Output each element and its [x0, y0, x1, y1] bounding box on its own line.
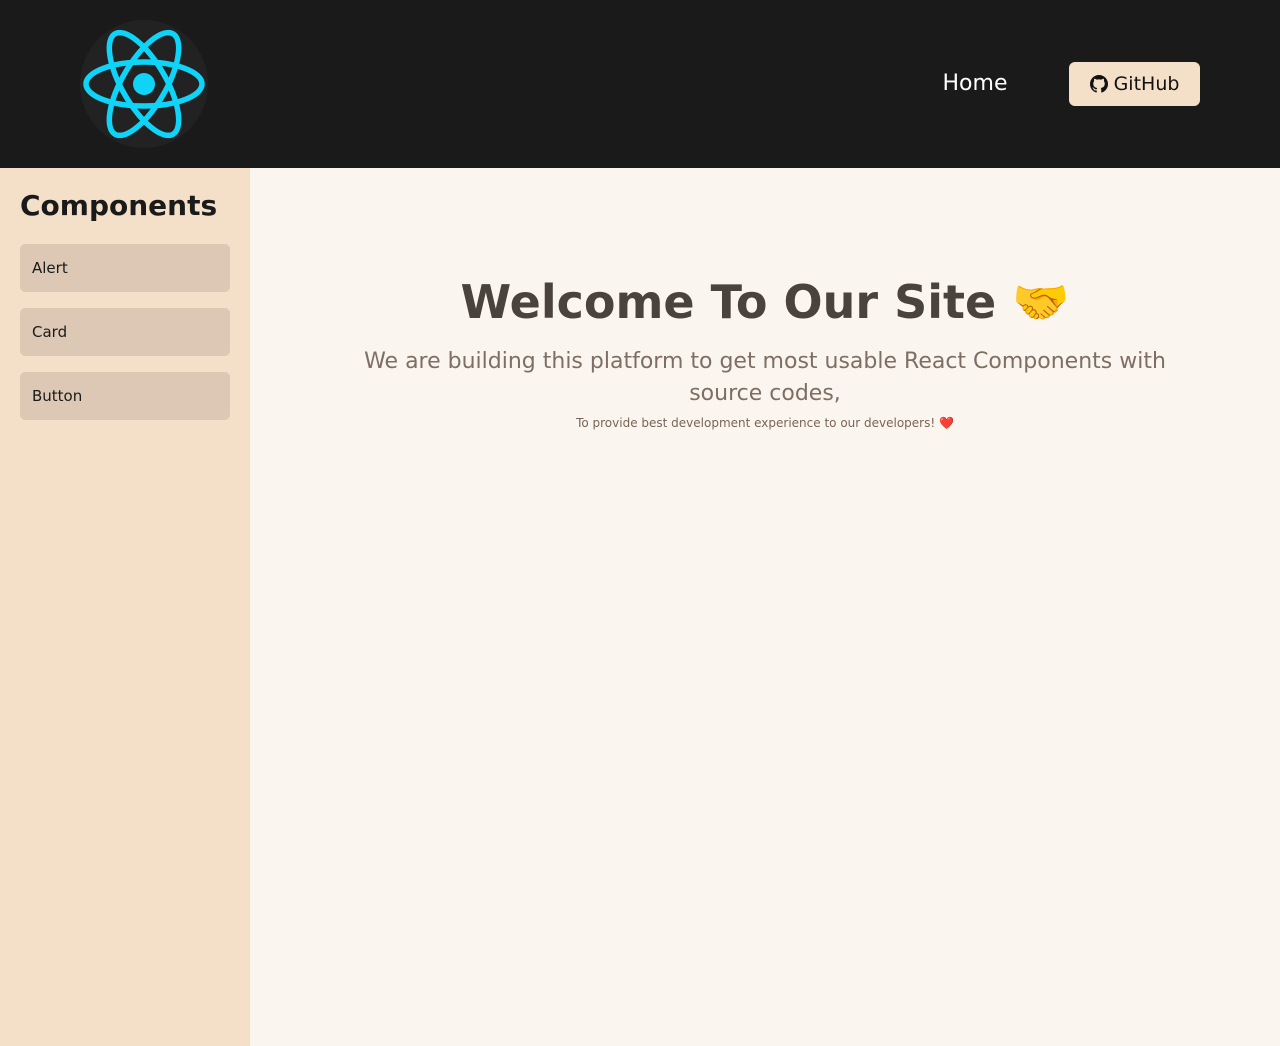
page-tagline: To provide best development experience t… — [576, 416, 954, 430]
main-content: Welcome To Our Site 🤝 We are building th… — [250, 168, 1280, 1046]
top-header: Home GitHub — [0, 0, 1280, 168]
github-icon — [1089, 75, 1108, 93]
page-title: Welcome To Our Site 🤝 — [460, 275, 1070, 329]
logo[interactable] — [80, 20, 208, 148]
github-button-label: GitHub — [1113, 73, 1180, 95]
sidebar-item-card[interactable]: Card — [20, 308, 230, 356]
page-subtitle: We are building this platform to get mos… — [364, 349, 1166, 406]
sidebar-title: Components — [20, 189, 218, 222]
sidebar-item-alert[interactable]: Alert — [20, 244, 230, 292]
sidebar: Components Alert Card Button — [0, 168, 250, 1046]
react-atom-icon — [83, 29, 205, 139]
sidebar-item-button[interactable]: Button — [20, 372, 230, 420]
github-button[interactable]: GitHub — [1069, 62, 1200, 106]
nav-home-link[interactable]: Home — [928, 66, 1022, 102]
